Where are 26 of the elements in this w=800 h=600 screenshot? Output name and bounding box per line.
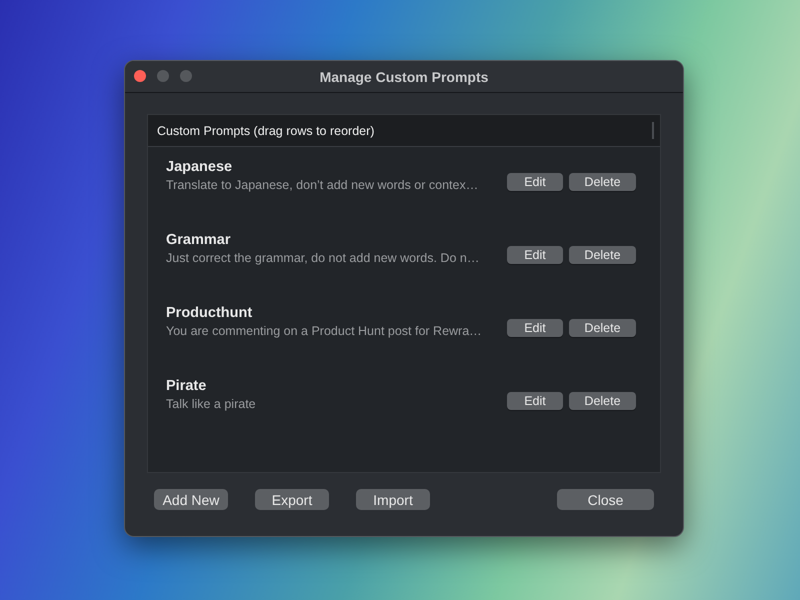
prompt-description: You are commenting on a Product Hunt post for Rewra… — [166, 324, 483, 338]
prompt-name: Japanese — [166, 159, 234, 175]
edit-button[interactable]: Edit — [507, 173, 563, 191]
delete-button[interactable]: Delete — [569, 246, 636, 264]
header-label: Custom Prompts (drag rows to reorder) — [157, 124, 374, 138]
zoom-icon[interactable] — [180, 70, 192, 82]
action-button[interactable]: Add New — [154, 489, 228, 510]
edit-button[interactable]: Edit — [507, 246, 563, 264]
window-title: Manage Custom Prompts — [320, 68, 488, 84]
close-button[interactable]: Close — [557, 489, 654, 510]
prompt-description: Translate to Japanese, don’t add new words or contex… — [166, 178, 480, 192]
edit-button[interactable]: Edit — [507, 319, 563, 337]
prompt-name: Pirate — [166, 378, 208, 394]
prompt-description: Just correct the grammar, do not add new words. Do n… — [166, 251, 480, 265]
edit-button[interactable]: Edit — [507, 392, 563, 410]
prompt-description: Talk like a pirate — [166, 397, 257, 411]
minimize-icon[interactable] — [157, 70, 169, 82]
prompt-name: Grammar — [166, 232, 232, 248]
column-divider — [652, 122, 654, 139]
action-button[interactable]: Import — [356, 489, 430, 510]
prompt-name: Producthunt — [166, 305, 254, 321]
action-button[interactable]: Export — [255, 489, 329, 510]
delete-button[interactable]: Delete — [569, 173, 636, 191]
close-icon[interactable] — [134, 70, 146, 82]
delete-button[interactable]: Delete — [569, 319, 636, 337]
delete-button[interactable]: Delete — [569, 392, 636, 410]
